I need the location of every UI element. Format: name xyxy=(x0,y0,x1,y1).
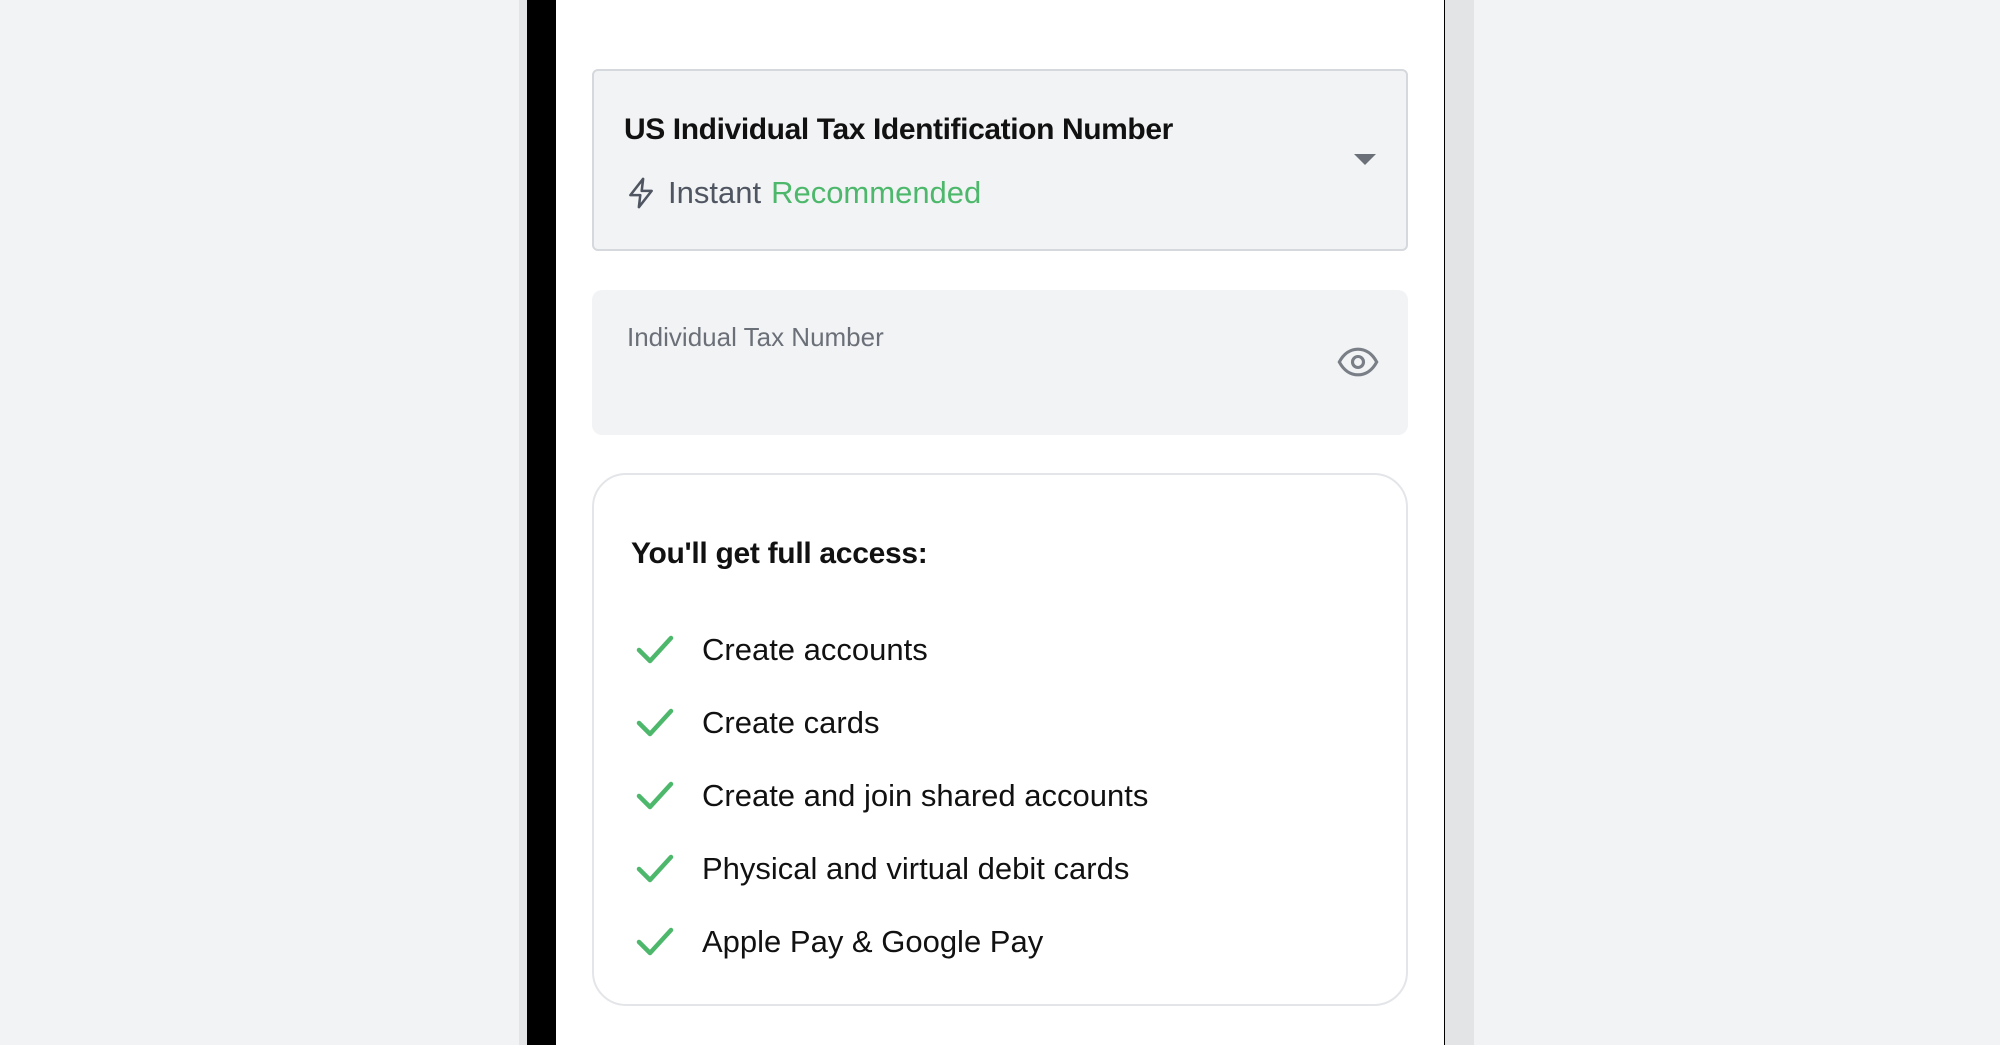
access-item-label: Create cards xyxy=(702,704,880,740)
list-item: Create accounts xyxy=(634,613,1148,686)
access-item-label: Create accounts xyxy=(702,631,928,667)
eye-icon[interactable] xyxy=(1336,340,1380,384)
check-icon xyxy=(636,708,674,736)
id-type-meta: Instant Recommended xyxy=(624,173,981,213)
check-icon xyxy=(636,854,674,882)
check-icon xyxy=(636,781,674,809)
full-access-title: You'll get full access: xyxy=(631,537,928,570)
tax-number-input[interactable] xyxy=(625,360,1309,412)
id-type-title: US Individual Tax Identification Number xyxy=(624,113,1173,146)
list-item: Apple Pay & Google Pay xyxy=(634,905,1148,978)
check-icon xyxy=(636,927,674,955)
access-item-label: Physical and virtual debit cards xyxy=(702,850,1130,886)
list-item: Create cards xyxy=(634,686,1148,759)
tax-number-field[interactable]: Individual Tax Number xyxy=(592,290,1408,435)
list-item: Physical and virtual debit cards xyxy=(634,832,1148,905)
access-item-label: Apple Pay & Google Pay xyxy=(702,923,1044,959)
recommended-badge: Recommended xyxy=(771,175,982,210)
full-access-card: You'll get full access: Create accounts … xyxy=(592,473,1408,1006)
access-item-label: Create and join shared accounts xyxy=(702,777,1149,813)
check-icon xyxy=(636,635,674,663)
lightning-bolt-icon xyxy=(629,177,653,209)
id-type-dropdown[interactable]: US Individual Tax Identification Number … xyxy=(592,69,1408,251)
speed-label: Instant xyxy=(668,175,762,210)
list-item: Create and join shared accounts xyxy=(634,759,1148,832)
caret-down-icon[interactable] xyxy=(1354,154,1376,165)
access-feature-list: Create accounts Create cards Create and … xyxy=(634,613,1148,978)
tax-number-label: Individual Tax Number xyxy=(627,322,884,352)
